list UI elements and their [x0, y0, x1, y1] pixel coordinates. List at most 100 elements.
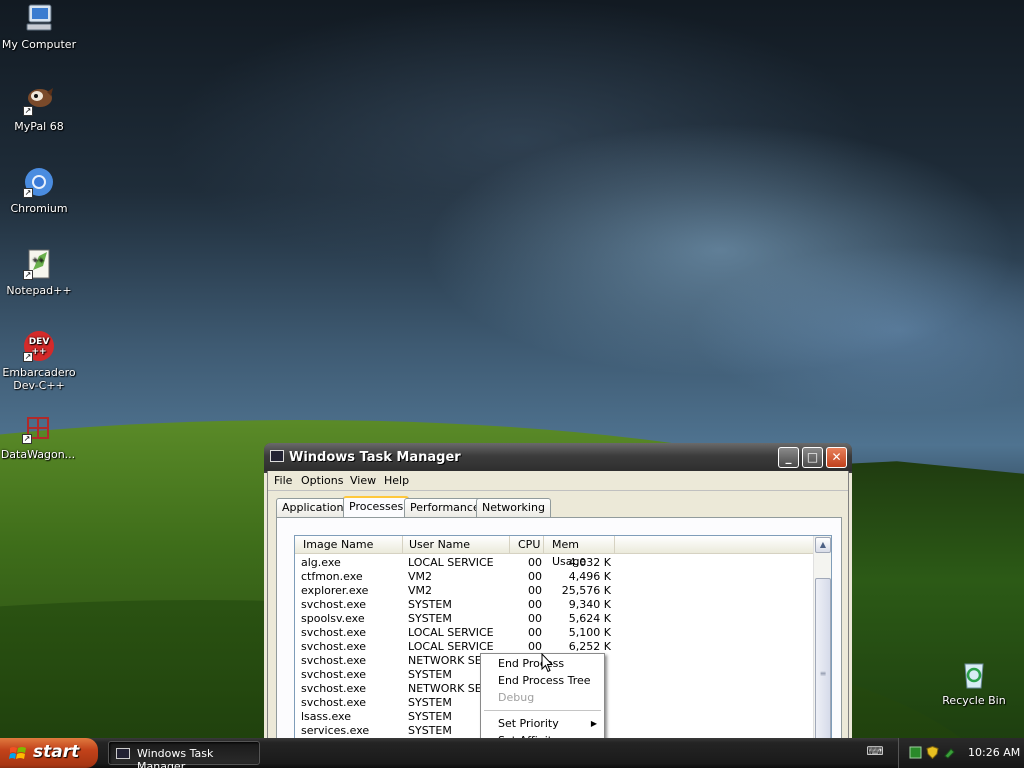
- cell-user: VM2: [408, 584, 433, 597]
- desktop-icon-datawagon[interactable]: ↗ DataWagon...: [0, 412, 78, 461]
- desktop-icon-label: Recycle Bin: [942, 694, 1006, 707]
- cell-mem: 5,624 K: [568, 612, 611, 625]
- cell-mem: 25,576 K: [561, 584, 611, 597]
- desktop-icon-label-line1: Embarcadero: [2, 366, 76, 379]
- devcpp-icon: DEV ++ ↗: [23, 330, 55, 362]
- cell-name: ctfmon.exe: [301, 570, 363, 583]
- table-row[interactable]: svchost.exe LOCAL SERVICE 00 6,252 K: [295, 640, 813, 654]
- cell-cpu: 00: [528, 626, 542, 639]
- menu-bar: File Options View Help: [268, 471, 848, 491]
- menu-file[interactable]: File: [274, 474, 292, 487]
- cell-user: LOCAL SERVICE: [408, 640, 494, 653]
- menu-item-debug: Debug: [481, 689, 604, 706]
- clock[interactable]: 10:26 AM: [968, 746, 1020, 759]
- taskbar-button-label: Windows Task Manager: [137, 747, 214, 768]
- desktop-icon-notepadpp[interactable]: ++ ↗ Notepad++: [0, 248, 79, 297]
- cell-name: lsass.exe: [301, 710, 351, 723]
- security-shield-icon[interactable]: [926, 746, 939, 759]
- devcpp-badge-line1: DEV: [29, 337, 50, 347]
- cell-cpu: 00: [528, 570, 542, 583]
- maximize-button[interactable]: □: [802, 447, 823, 468]
- shortcut-arrow-icon: ↗: [23, 352, 33, 362]
- table-row[interactable]: alg.exe LOCAL SERVICE 00 4,032 K: [295, 556, 813, 570]
- column-cpu[interactable]: CPU: [510, 536, 544, 554]
- mouse-cursor-icon: [541, 652, 554, 673]
- menu-view[interactable]: View: [350, 474, 376, 487]
- notepadpp-icon: ++ ↗: [23, 248, 55, 280]
- cell-cpu: 00: [528, 612, 542, 625]
- submenu-arrow-icon: ▶: [590, 719, 597, 728]
- cell-name: svchost.exe: [301, 696, 367, 709]
- safely-remove-hardware-icon[interactable]: [943, 746, 956, 759]
- system-tray: 10:26 AM: [898, 738, 1024, 768]
- menu-item-label: End Process Tree: [498, 674, 591, 687]
- column-user-name[interactable]: User Name: [403, 536, 510, 554]
- cell-mem: 4,032 K: [568, 556, 611, 569]
- network-icon[interactable]: [909, 746, 922, 759]
- desktop-icon-label: Chromium: [10, 202, 68, 215]
- svg-text:++: ++: [32, 256, 44, 264]
- desktop-icon-mypal[interactable]: ↗ MyPal 68: [0, 84, 79, 133]
- tab-networking[interactable]: Networking: [476, 498, 551, 517]
- menu-separator: [484, 710, 601, 711]
- menu-options[interactable]: Options: [301, 474, 343, 487]
- cell-cpu: 00: [528, 584, 542, 597]
- column-mem-usage[interactable]: Mem Usage: [544, 536, 615, 568]
- cell-name: alg.exe: [301, 556, 341, 569]
- cell-user: LOCAL SERVICE: [408, 556, 494, 569]
- cell-mem: 9,340 K: [568, 598, 611, 611]
- mypal-icon: ↗: [23, 84, 55, 116]
- table-row[interactable]: explorer.exe VM2 00 25,576 K: [295, 584, 813, 598]
- close-button[interactable]: ✕: [826, 447, 847, 468]
- cell-user: LOCAL SERVICE: [408, 626, 494, 639]
- desktop-icon-label: MyPal 68: [14, 120, 64, 133]
- shortcut-arrow-icon: ↗: [23, 188, 33, 198]
- menu-item-set-priority[interactable]: Set Priority ▶: [481, 715, 604, 732]
- minimize-button[interactable]: _: [778, 447, 799, 468]
- desktop-icon-my-computer[interactable]: My Computer: [0, 2, 79, 51]
- cell-mem: 5,100 K: [568, 626, 611, 639]
- desktop-icon-chromium[interactable]: ↗ Chromium: [0, 166, 79, 215]
- cell-user: SYSTEM: [408, 612, 452, 625]
- cell-name: svchost.exe: [301, 626, 367, 639]
- cell-name: spoolsv.exe: [301, 612, 365, 625]
- cell-name: svchost.exe: [301, 682, 367, 695]
- start-button[interactable]: start: [0, 738, 98, 768]
- window-titlebar[interactable]: Windows Task Manager _ □ ✕: [264, 443, 852, 471]
- chromium-icon: ↗: [23, 166, 55, 198]
- table-row[interactable]: svchost.exe SYSTEM 00 9,340 K: [295, 598, 813, 612]
- datawagon-icon: ↗: [22, 412, 54, 444]
- cell-user: VM2: [408, 570, 433, 583]
- vertical-scrollbar[interactable]: ▲ ≡: [813, 536, 831, 768]
- tab-performance[interactable]: Performance: [404, 498, 486, 517]
- menu-item-label: Debug: [498, 691, 535, 704]
- column-image-name[interactable]: Image Name: [295, 536, 403, 554]
- cell-name: services.exe: [301, 724, 370, 737]
- cell-name: svchost.exe: [301, 640, 367, 653]
- table-row[interactable]: ctfmon.exe VM2 00 4,496 K: [295, 570, 813, 584]
- menu-item-label: End Process: [498, 657, 565, 670]
- menu-item-end-process-tree[interactable]: End Process Tree: [481, 672, 604, 689]
- table-row[interactable]: spoolsv.exe SYSTEM 00 5,624 K: [295, 612, 813, 626]
- cell-cpu: 00: [528, 556, 542, 569]
- menu-help[interactable]: Help: [384, 474, 409, 487]
- scroll-up-button[interactable]: ▲: [815, 537, 831, 553]
- devcpp-badge-line2: ++: [31, 347, 46, 357]
- desktop-icon-recycle-bin[interactable]: Recycle Bin: [934, 658, 1014, 707]
- task-manager-app-icon: [116, 748, 130, 759]
- task-manager-app-icon: [270, 450, 284, 462]
- windows-flag-icon: [9, 747, 26, 759]
- taskbar-button-task-manager[interactable]: Windows Task Manager: [108, 741, 260, 768]
- cell-name: explorer.exe: [301, 584, 369, 597]
- table-row[interactable]: svchost.exe LOCAL SERVICE 00 5,100 K: [295, 626, 813, 640]
- desktop-icon-devcpp[interactable]: DEV ++ ↗ Embarcadero Dev-C++: [0, 330, 79, 392]
- shortcut-arrow-icon: ↗: [23, 270, 33, 280]
- tab-processes[interactable]: Processes: [343, 496, 410, 518]
- desktop-icon-label: My Computer: [1, 38, 77, 51]
- shortcut-arrow-icon: ↗: [23, 106, 33, 116]
- menu-item-label: Set Priority: [498, 717, 559, 730]
- start-label: start: [33, 742, 80, 762]
- desktop-icon-label: Notepad++: [6, 284, 72, 297]
- cell-name: svchost.exe: [301, 654, 367, 667]
- keyboard-icon[interactable]: ⌨: [864, 744, 886, 762]
